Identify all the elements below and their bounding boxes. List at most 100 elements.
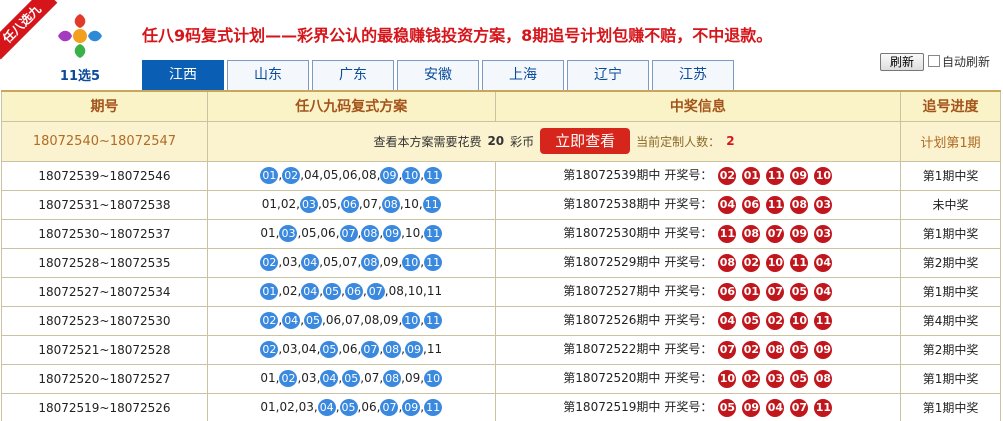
row-period: 18072530~18072537	[1, 218, 208, 249]
plan-number: 07	[342, 255, 358, 269]
promo-progress: 计划第1期	[900, 120, 1001, 162]
plan-number: 01	[261, 197, 277, 211]
plan-number: 02	[282, 284, 298, 298]
tab-region[interactable]: 广东	[312, 60, 394, 90]
promo-cost: 20	[487, 134, 505, 148]
hit-number-ball: 04	[301, 254, 320, 271]
tab-region[interactable]: 上海	[482, 60, 564, 90]
tab-region[interactable]: 江苏	[652, 60, 734, 90]
region-tabs: 江西 山东 广东 安徽 上海 辽宁 江苏	[142, 60, 737, 90]
winning-number-ball: 11	[814, 399, 833, 417]
hit-number-ball: 04	[317, 399, 336, 416]
row-plan-numbers: 01,02, 04, 05, 06, 07,08,10,11	[206, 276, 496, 307]
draw-issue: 第18072539期中	[563, 168, 661, 182]
hit-number-ball: 11	[424, 225, 443, 242]
winning-number-ball: 01	[742, 283, 761, 301]
draw-label: 开奖号：	[664, 168, 713, 182]
hit-number-ball: 04	[320, 370, 339, 387]
table-row: 18072531~18072538 01,02, 03,05, 06,07, 08,10…	[1, 189, 1001, 220]
auto-refresh-checkbox[interactable]	[928, 55, 940, 67]
table-row: 18072520~18072527 01, 02,03, 04, 05,07, 08,09…	[1, 363, 1001, 394]
hit-number-ball: 01	[260, 283, 279, 300]
view-now-button[interactable]: 立即查看	[540, 128, 631, 154]
hit-number-ball: 03	[299, 196, 318, 213]
plan-number: 02	[280, 197, 297, 211]
hit-number-ball: 08	[361, 254, 380, 271]
hit-number-ball: 09	[405, 341, 423, 358]
row-progress: 第1期中奖	[900, 160, 1001, 191]
row-period: 18072519~18072526	[1, 392, 208, 421]
hit-number-ball: 07	[380, 399, 399, 416]
plan-number: 09	[383, 313, 399, 327]
row-period: 18072531~18072538	[1, 189, 208, 220]
plan-number: 11	[426, 342, 443, 356]
draw-issue: 第18072526期中	[563, 313, 661, 327]
winning-number-ball: 11	[766, 167, 785, 185]
row-plan-numbers: 01, 02,03, 04, 05,07, 08,09, 10	[206, 363, 496, 394]
draw-label: 开奖号：	[664, 197, 713, 211]
winning-number-ball: 04	[814, 254, 833, 272]
plan-number: 11	[426, 284, 443, 298]
plan-number: 07	[344, 313, 361, 327]
row-period: 18072527~18072534	[1, 276, 208, 307]
hit-number-ball: 08	[383, 370, 402, 387]
winning-number-ball: 08	[766, 341, 785, 359]
tab-region[interactable]: 辽宁	[567, 60, 649, 90]
plan-number: 07	[364, 371, 380, 385]
plan-number: 05	[301, 226, 317, 240]
promo-unit: 彩币	[510, 134, 535, 149]
draw-label: 开奖号：	[664, 255, 713, 269]
hit-number-ball: 04	[301, 283, 320, 300]
winning-number-ball: 03	[766, 370, 785, 388]
plan-number: 06	[342, 168, 358, 182]
row-draw-info: 第18072522期中 开奖号： 07 02 08 05 09	[494, 334, 902, 365]
table-row: 18072519~18072526 01,02,03, 04, 05,06, 07, 09…	[1, 392, 1001, 421]
row-progress: 第1期中奖	[900, 363, 1001, 394]
hit-number-ball: 10	[424, 370, 443, 387]
winning-number-ball: 02	[742, 254, 761, 272]
plan-number: 08	[364, 313, 380, 327]
subscriber-count: 2	[726, 134, 735, 148]
row-period: 18072539~18072546	[1, 160, 208, 191]
plan-number: 06	[361, 400, 377, 414]
winning-number-ball: 06	[742, 196, 761, 214]
hit-number-ball: 11	[424, 254, 443, 271]
tab-region[interactable]: 山东	[227, 60, 309, 90]
hit-number-ball: 07	[366, 283, 385, 300]
winning-number-ball: 03	[814, 196, 833, 214]
table-row: 18072521~18072528 02,03,04, 05,06, 07, 08, 09…	[1, 334, 1001, 365]
hit-number-ball: 11	[424, 399, 443, 416]
column-header-period: 期号	[1, 90, 208, 122]
plan-number: 08	[388, 284, 404, 298]
column-header-draw: 中奖信息	[494, 90, 902, 122]
plan-number: 09	[405, 371, 421, 385]
hit-number-ball: 06	[340, 196, 359, 213]
refresh-button[interactable]: 刷新	[880, 53, 924, 71]
draw-label: 开奖号：	[664, 342, 713, 356]
table-row: 18072539~18072546 01, 02,04,05,06,08, 09, 10…	[1, 160, 1001, 191]
winning-number-ball: 05	[742, 312, 761, 330]
winning-number-ball: 07	[790, 399, 809, 417]
tab-region[interactable]: 安徽	[397, 60, 479, 90]
hit-number-ball: 05	[304, 312, 323, 329]
winning-number-ball: 03	[814, 225, 833, 243]
page-headline: 任八9码复式计划——彩界公认的最稳赚钱投资方案，8期追号计划包赚不赔，不中退款。	[142, 26, 773, 45]
row-period: 18072521~18072528	[1, 334, 208, 365]
hit-number-ball: 07	[339, 225, 358, 242]
row-draw-info: 第18072519期中 开奖号： 05 09 04 07 11	[494, 392, 902, 421]
row-plan-numbers: 02,03,04, 05,06, 07, 08, 09,11	[206, 334, 496, 365]
hit-number-ball: 10	[402, 254, 421, 271]
winning-number-ball: 09	[790, 167, 809, 185]
tab-region[interactable]: 江西	[142, 60, 224, 90]
winning-number-ball: 10	[718, 370, 737, 388]
table-row: 18072527~18072534 01,02, 04, 05, 06, 07,08,10…	[1, 276, 1001, 307]
winning-number-ball: 04	[718, 312, 737, 330]
plan-number: 07	[362, 197, 378, 211]
winning-number-ball: 07	[766, 225, 785, 243]
winning-number-ball: 04	[814, 283, 833, 301]
winning-number-ball: 02	[742, 370, 761, 388]
winning-number-ball: 05	[790, 341, 809, 359]
hit-number-ball: 07	[361, 341, 380, 358]
winning-number-ball: 09	[814, 341, 833, 359]
row-progress: 第1期中奖	[900, 218, 1001, 249]
